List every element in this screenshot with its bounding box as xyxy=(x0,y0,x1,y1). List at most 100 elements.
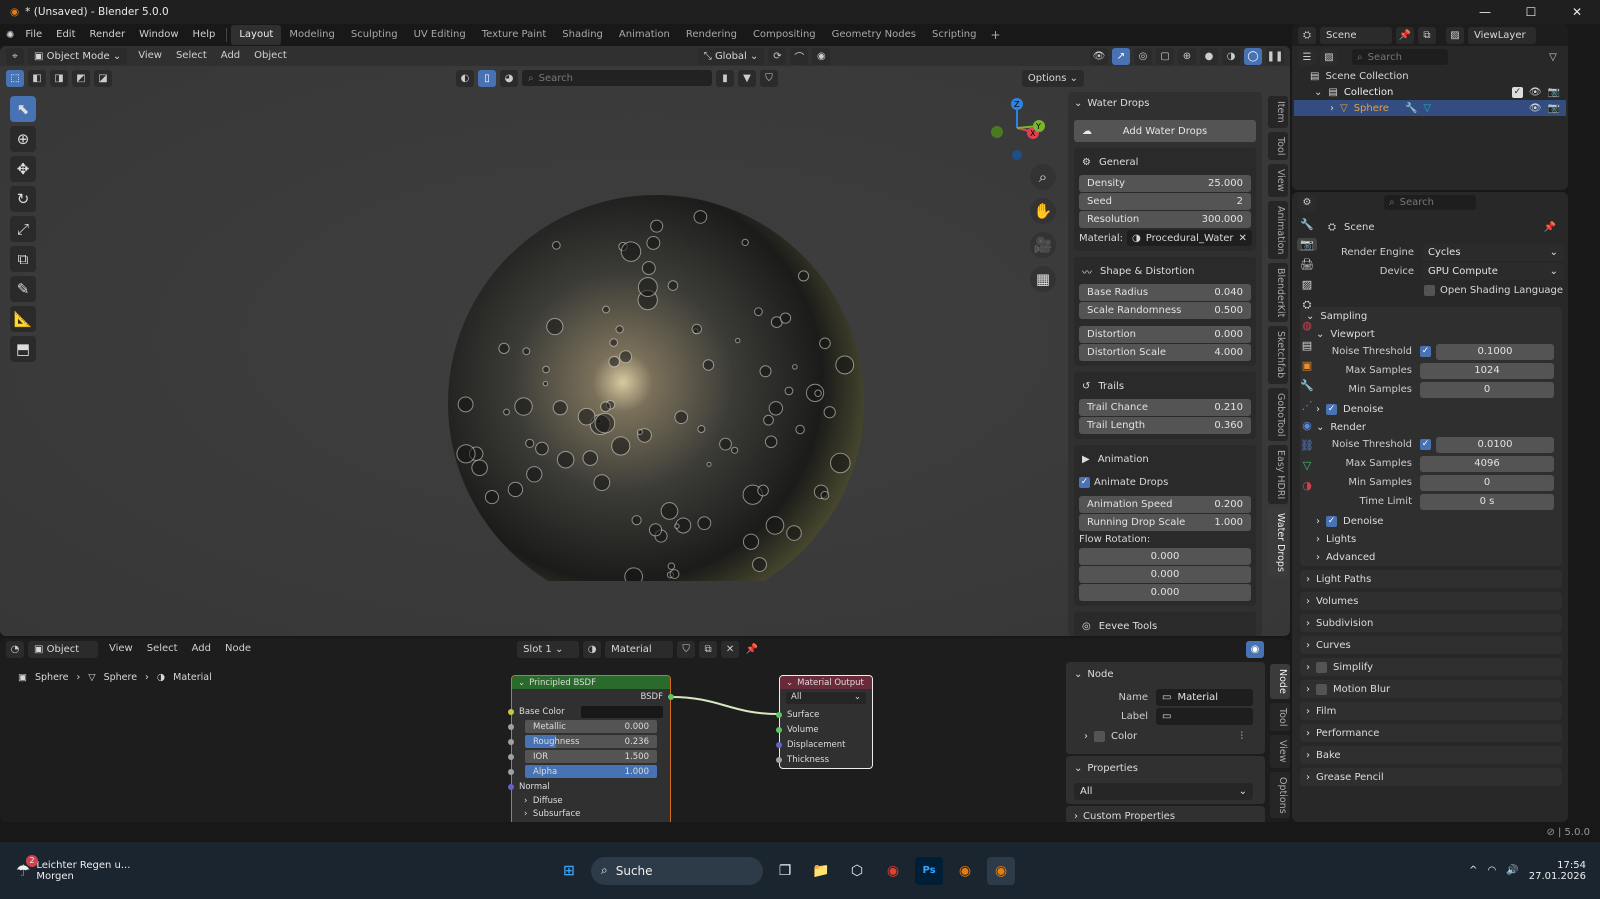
osl-checkbox-row[interactable]: Open Shading Language xyxy=(1322,282,1568,299)
rendered-shading-icon[interactable]: ◯ xyxy=(1244,47,1262,65)
node-name-field[interactable]: ▭Material Output xyxy=(1156,689,1253,720)
minimize-button[interactable]: — xyxy=(1462,5,1508,19)
zoom-icon[interactable]: ⌕ xyxy=(1030,164,1056,190)
volume-icon[interactable]: 🔊 xyxy=(1506,865,1518,876)
sphere-row[interactable]: › ▽ Sphere 🔧 ▽ 👁 📷 xyxy=(1294,100,1566,116)
scene-name-field[interactable]: Scene xyxy=(1320,26,1392,44)
select-subtract-icon[interactable]: ◨ xyxy=(50,69,68,87)
filter-scene-icon[interactable]: ▨ xyxy=(1320,48,1338,66)
color-icon[interactable]: ◐ xyxy=(456,69,474,87)
workspace-tab-sculpting[interactable]: Sculpting xyxy=(343,25,406,45)
render-time-limit-field[interactable]: 0 s xyxy=(1420,493,1554,510)
viewport-menu-view[interactable]: View xyxy=(131,46,169,67)
view-layer-icon[interactable]: ▨ xyxy=(1446,26,1464,44)
cursor-tool-icon[interactable]: ⊕ xyxy=(10,126,36,152)
proportional-edit-icon[interactable]: ◉ xyxy=(812,47,831,65)
pin-icon[interactable]: 📌 xyxy=(1544,222,1556,233)
sidebar-tab-tool[interactable]: Tool xyxy=(1268,131,1288,161)
view-layer-tab-icon[interactable]: ▨ xyxy=(1302,278,1312,291)
scene-filter-icon[interactable]: ◕ xyxy=(500,69,518,87)
workspace-tab-rendering[interactable]: Rendering xyxy=(678,25,745,45)
pivot-icon[interactable]: ⟳ xyxy=(768,47,787,65)
field-roughness[interactable]: Roughness 0.236 xyxy=(525,735,657,748)
mode-dropdown[interactable]: ▣ Object Mode ⌄ xyxy=(28,47,128,65)
input-socket[interactable] xyxy=(508,723,514,730)
sidebar-tab-water-drops[interactable]: Water Drops xyxy=(1268,508,1288,578)
data-tab-icon[interactable]: ▽ xyxy=(1303,459,1311,472)
flow-rotation-z[interactable]: 0.000 xyxy=(1079,584,1251,601)
add-water-drops-button[interactable]: ☁ Add Water Drops xyxy=(1074,120,1256,142)
render-engine-dropdown[interactable]: Cycles ⌄ xyxy=(1422,244,1564,261)
section-header-trails[interactable]: ↺ Trails xyxy=(1079,376,1251,396)
input-socket[interactable] xyxy=(776,741,782,748)
sphere-render[interactable] xyxy=(440,141,880,581)
perspective-grid-icon[interactable]: ▦ xyxy=(1030,266,1056,292)
input-socket[interactable] xyxy=(508,738,514,745)
viewport-menu-add[interactable]: Add xyxy=(214,46,247,67)
field-base-radius[interactable]: Base Radius 0.040 xyxy=(1079,284,1251,301)
section-header-light-paths[interactable]: › Light Paths xyxy=(1300,570,1562,588)
render-noise-threshold-field[interactable]: 0.0100 xyxy=(1436,436,1554,453)
field-resolution[interactable]: Resolution 300.000 xyxy=(1079,211,1251,228)
xray-icon[interactable]: ▢ xyxy=(1156,47,1174,65)
scene-collection-row[interactable]: ▤ Scene Collection xyxy=(1292,68,1568,84)
properties-search[interactable]: ⌕ Search xyxy=(1384,194,1476,210)
section-header-shape[interactable]: 〰 Shape & Distortion xyxy=(1079,261,1251,281)
input-socket[interactable] xyxy=(776,726,782,733)
input-socket[interactable] xyxy=(508,753,514,760)
transform-orientation-dropdown[interactable]: ⤡ Global ⌄ xyxy=(697,47,765,65)
collection-tab-icon[interactable]: ▤ xyxy=(1302,339,1312,352)
subsurface-panel[interactable]: › Subsurface xyxy=(512,807,670,820)
task-view-icon[interactable]: ❐ xyxy=(771,857,799,885)
editor-type-icon[interactable]: ⚙ xyxy=(1298,193,1316,211)
windows-start-icon[interactable]: ⊞ xyxy=(555,857,583,885)
scene-icon[interactable]: ⛭ xyxy=(1298,26,1316,44)
bsdf-node-header[interactable]: ⌄ Principled BSDF xyxy=(512,676,670,689)
section-header-motion-blur[interactable]: › Motion Blur xyxy=(1300,680,1562,698)
outliner-search[interactable]: ⌕ Search xyxy=(1352,49,1448,65)
blender-menu-icon[interactable]: ✺ xyxy=(6,30,14,41)
render-max-samples-field[interactable]: 4096 xyxy=(1420,455,1554,472)
animate-drops-checkbox[interactable]: ✓ xyxy=(1079,476,1090,488)
section-header-volumes[interactable]: › Volumes xyxy=(1300,592,1562,610)
properties-filter-dropdown[interactable]: All ⌄ xyxy=(1074,783,1253,800)
menu-file[interactable]: File xyxy=(18,24,49,46)
collection-row[interactable]: ⌄ ▤ Collection ✓ 👁 📷 xyxy=(1292,84,1568,100)
measure-tool-icon[interactable]: 📐 xyxy=(10,306,36,332)
sidebar-tab-animation[interactable]: Animation xyxy=(1268,200,1288,260)
viewport-noise-threshold-checkbox[interactable]: ✓ xyxy=(1420,346,1431,357)
blender-active-icon[interactable]: ◉ xyxy=(987,856,1015,885)
snap-icon[interactable]: ⌒ xyxy=(790,47,809,65)
workspace-tab-shading[interactable]: Shading xyxy=(554,25,611,45)
sidebar-tab-item[interactable]: Item xyxy=(1268,96,1288,128)
section-header-animation[interactable]: ▶ Animation xyxy=(1079,449,1251,469)
workspace-tab-modeling[interactable]: Modeling xyxy=(281,25,343,45)
world-tab-icon[interactable]: ◍ xyxy=(1302,319,1312,332)
wifi-icon[interactable]: ◠ xyxy=(1488,865,1497,876)
physics-tab-icon[interactable]: ◉ xyxy=(1302,419,1312,432)
output-tab-icon[interactable]: 🖨 xyxy=(1300,258,1314,271)
diffuse-panel[interactable]: › Diffuse xyxy=(512,794,670,807)
material-output-node[interactable]: ⌄ Material Output All ⌄ Surface Volume Displ… xyxy=(776,675,873,769)
tray-chevron-icon[interactable]: ^ xyxy=(1469,865,1477,876)
render-min-samples-field[interactable]: 0 xyxy=(1420,474,1554,491)
render-noise-threshold-checkbox[interactable]: ✓ xyxy=(1420,439,1431,450)
field-running-drop-scale[interactable]: Running Drop Scale 1.000 xyxy=(1079,514,1251,531)
view-layer-field[interactable]: ViewLayer xyxy=(1468,26,1536,44)
section-header-curves[interactable]: › Curves xyxy=(1300,636,1562,654)
node-sidebar-tab-tool[interactable]: Tool xyxy=(1270,702,1290,732)
field-trail-length[interactable]: Trail Length 0.360 xyxy=(1079,417,1251,434)
input-socket[interactable] xyxy=(776,756,782,763)
motion-blur-checkbox[interactable] xyxy=(1316,683,1327,695)
input-socket[interactable] xyxy=(508,768,514,775)
particles-tab-icon[interactable]: ⋰ xyxy=(1302,399,1313,412)
section-header-bake[interactable]: › Bake xyxy=(1300,746,1562,764)
workspace-tab-animation[interactable]: Animation xyxy=(611,25,678,45)
solid-shading-icon[interactable]: ● xyxy=(1200,47,1218,65)
editor-type-icon[interactable]: ⌖ xyxy=(6,47,24,65)
sidebar-tab-easy-hdri[interactable]: Easy HDRI xyxy=(1268,445,1288,505)
file-explorer-icon[interactable]: 📁 xyxy=(807,857,835,885)
section-header-simplify[interactable]: › Simplify xyxy=(1300,658,1562,676)
subsection-render-denoise-checkbox[interactable]: ✓ xyxy=(1326,515,1337,527)
viewport-menu-object[interactable]: Object xyxy=(247,46,294,67)
